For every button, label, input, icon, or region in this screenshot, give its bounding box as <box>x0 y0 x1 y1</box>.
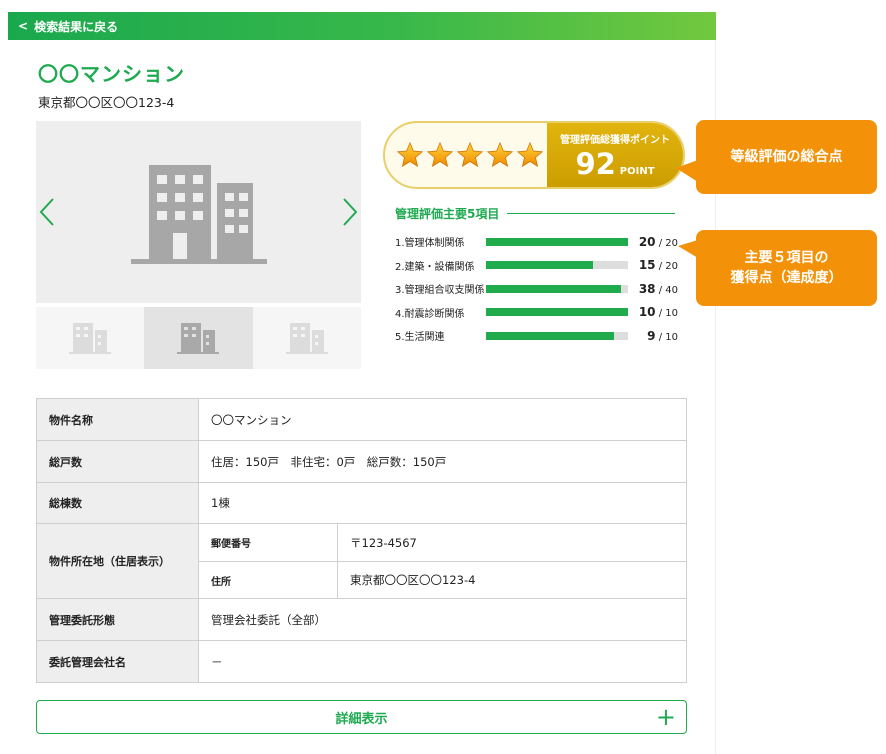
photo-thumbnail[interactable] <box>36 307 145 369</box>
score-item-score: 10 <box>638 305 656 320</box>
table-header-cell: 総棟数 <box>36 482 199 524</box>
star-icon <box>486 141 514 167</box>
building-icon <box>285 323 328 354</box>
score-item-bar-fill <box>486 284 621 293</box>
back-to-results-label: 検索結果に戻る <box>34 19 119 34</box>
building-icon <box>131 165 267 264</box>
score-item-name: 1.管理体制関係 <box>395 238 465 250</box>
table-cell: 東京都〇〇区〇〇123-4 <box>337 561 687 599</box>
table-header-cell: 委託管理会社名 <box>36 640 199 683</box>
table-row: 管理委託形態 管理会社委託（全部） <box>36 598 687 641</box>
callout-total-text: 等級評価の総合点 <box>730 149 843 165</box>
callout-pointer <box>676 160 698 182</box>
show-details-label: 詳細表示 <box>335 711 388 727</box>
score-item-name: 5.生活関連 <box>395 332 445 344</box>
callout-pointer <box>678 240 698 258</box>
score-item-bar-fill <box>486 261 593 270</box>
prev-photo-button[interactable] <box>38 197 56 231</box>
score-item-name: 2.建築・設備関係 <box>395 261 475 273</box>
score-item-max: / 20 <box>658 237 678 249</box>
chevron-right-icon <box>343 198 358 226</box>
table-row: 物件所在地（住居表示） 郵便番号 〒123-4567 <box>36 523 687 599</box>
score-item-bar <box>486 237 628 246</box>
table-subheader-cell: 住所 <box>198 561 338 599</box>
table-cell: 〒123-4567 <box>337 523 687 562</box>
property-info-table: 物件名称 〇〇マンション 総戸数 住居：150戸 非住宅：0戸 総戸数：150戸… <box>36 398 687 683</box>
table-row: 物件名称 〇〇マンション <box>36 398 687 441</box>
total-score-panel: 管理評価総獲得ポイント 92 POINT <box>383 121 685 189</box>
table-cell: 管理会社委託（全部） <box>198 598 687 641</box>
score-item-bar <box>486 308 628 317</box>
main-photo <box>36 121 361 303</box>
show-details-button[interactable]: 詳細表示 + <box>36 700 687 734</box>
table-header-cell: 物件名称 <box>36 398 199 441</box>
score-item: 5.生活関連 9 / 10 <box>395 324 680 348</box>
score-item: 2.建築・設備関係 15 / 20 <box>395 254 680 278</box>
table-row: 委託管理会社名 － <box>36 640 687 683</box>
score-item-score: 15 <box>638 258 656 273</box>
star-icon <box>396 141 424 167</box>
score-item-name: 4.耐震診断関係 <box>395 308 465 320</box>
building-icon <box>177 323 220 354</box>
score-item-score: 20 <box>638 234 656 249</box>
score-items: 1.管理体制関係 20 / 20 2.建築・設備関係 15 / 20 3.管理組… <box>395 230 680 348</box>
property-address: 東京都〇〇区〇〇123-4 <box>38 95 175 110</box>
table-row: 総戸数 住居：150戸 非住宅：0戸 総戸数：150戸 <box>36 440 687 483</box>
callout-items-line2: 獲得点（達成度） <box>730 270 843 286</box>
items-header-label: 管理評価主要5項目 <box>395 207 500 221</box>
photo-thumbnail[interactable] <box>144 307 253 369</box>
table-header-cell: 総戸数 <box>36 440 199 483</box>
total-score-box: 管理評価総獲得ポイント 92 POINT <box>547 123 683 187</box>
back-to-results-bar[interactable]: < 検索結果に戻る <box>8 12 716 40</box>
table-subheader-cell: 郵便番号 <box>198 523 338 562</box>
score-item-score: 38 <box>638 281 656 296</box>
table-cell: 住居：150戸 非住宅：0戸 総戸数：150戸 <box>198 440 687 483</box>
score-item-max: / 40 <box>658 284 678 296</box>
star-icon <box>426 141 454 167</box>
photo-thumbnail[interactable] <box>252 307 361 369</box>
total-score-label: 管理評価総獲得ポイント <box>560 134 670 146</box>
callout-items-line1: 主要５項目の <box>744 250 829 266</box>
table-header-cell: 物件所在地（住居表示） <box>36 523 199 599</box>
table-cell: － <box>198 640 687 683</box>
total-score-unit: POINT <box>619 165 655 177</box>
items-header: 管理評価主要5項目 <box>395 205 675 222</box>
score-item-score: 9 <box>647 328 656 343</box>
table-header-cell: 管理委託形態 <box>36 598 199 641</box>
building-icon <box>69 323 112 354</box>
score-item-max: / 20 <box>658 261 678 273</box>
score-item: 3.管理組合収支関係 38 / 40 <box>395 277 680 301</box>
score-item-bar-fill <box>486 308 628 317</box>
chevron-left-icon <box>39 198 54 226</box>
photo-thumbnails <box>36 307 361 369</box>
score-item: 1.管理体制関係 20 / 20 <box>395 230 680 254</box>
score-item-bar <box>486 331 628 340</box>
table-cell: 1棟 <box>198 482 687 524</box>
score-item-bar-fill <box>486 237 628 246</box>
next-photo-button[interactable] <box>341 197 359 231</box>
score-item-max: / 10 <box>658 331 678 343</box>
chevron-left-icon: < <box>18 19 29 33</box>
table-cell: 〇〇マンション <box>198 398 687 441</box>
star-icon <box>516 141 544 167</box>
score-item-bar <box>486 261 628 270</box>
rating-stars <box>385 123 547 187</box>
score-item-bar <box>486 284 628 293</box>
score-item: 4.耐震診断関係 10 / 10 <box>395 301 680 325</box>
plus-icon: + <box>655 703 676 731</box>
table-row: 総棟数 1棟 <box>36 482 687 524</box>
callout-total-score: 等級評価の総合点 <box>696 120 877 194</box>
score-item-bar-fill <box>486 331 614 340</box>
score-item-name: 3.管理組合収支関係 <box>395 285 485 297</box>
star-icon <box>456 141 484 167</box>
page-title: 〇〇マンション <box>38 62 185 86</box>
callout-item-scores: 主要５項目の 獲得点（達成度） <box>696 230 877 306</box>
header-divider <box>507 213 675 214</box>
total-score-value: 92 <box>575 146 616 181</box>
score-item-max: / 10 <box>658 308 678 320</box>
